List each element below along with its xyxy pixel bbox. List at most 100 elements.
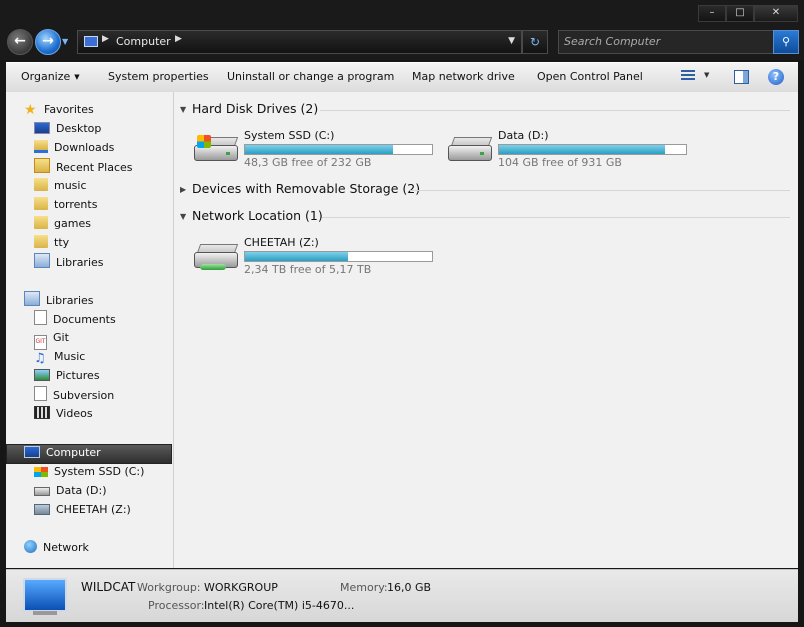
nav-item-torrents[interactable]: torrents bbox=[34, 196, 97, 214]
search-input[interactable]: Search Computer bbox=[558, 30, 774, 54]
group-label: Hard Disk Drives (2) bbox=[192, 101, 319, 116]
nav-item-recent-places[interactable]: Recent Places bbox=[34, 158, 133, 176]
preview-pane-icon[interactable] bbox=[734, 70, 749, 84]
search-icon[interactable]: ⚲ bbox=[773, 30, 799, 54]
group-label: Devices with Removable Storage (2) bbox=[192, 181, 421, 196]
film-strip-icon bbox=[34, 406, 50, 419]
caption-buttons: – □ ✕ bbox=[698, 5, 798, 22]
network-drive-icon bbox=[34, 504, 50, 515]
nav-label: Videos bbox=[56, 407, 93, 420]
libraries-icon bbox=[24, 291, 40, 306]
nav-label: Desktop bbox=[56, 122, 102, 135]
nav-computer[interactable]: Computer bbox=[24, 444, 101, 462]
breadcrumb-separator-icon[interactable]: ▶ bbox=[102, 34, 109, 44]
navigation-bar: ← → ▼ ▶ Computer ▶ ▼ ↻ Search Computer ⚲ bbox=[0, 26, 804, 60]
nav-item-documents[interactable]: Documents bbox=[34, 310, 116, 328]
title-bar: – □ ✕ bbox=[0, 0, 804, 26]
drive-name: Data (D:) bbox=[498, 129, 549, 142]
refresh-button[interactable]: ↻ bbox=[522, 30, 548, 54]
processor-value: Intel(R) Core(TM) i5-4670... bbox=[204, 599, 355, 612]
map-network-drive-button[interactable]: Map network drive bbox=[412, 70, 515, 83]
nav-label: CHEETAH (Z:) bbox=[56, 503, 131, 516]
libraries-icon bbox=[34, 253, 50, 268]
expand-triangle-icon: ▶ bbox=[180, 185, 187, 194]
collapse-triangle-icon: ▼ bbox=[180, 212, 187, 221]
drive-system-ssd[interactable]: System SSD (C:) 48,3 GB free of 232 GB bbox=[192, 129, 433, 169]
nav-item-pictures[interactable]: Pictures bbox=[34, 367, 100, 385]
nav-label: Favorites bbox=[44, 103, 94, 116]
nav-label: Recent Places bbox=[56, 161, 133, 174]
nav-item-git[interactable]: GIT Git bbox=[34, 329, 69, 350]
search-placeholder: Search Computer bbox=[564, 35, 661, 48]
drive-usage-fill bbox=[245, 252, 348, 261]
star-icon: ★ bbox=[24, 102, 37, 118]
nav-item-downloads[interactable]: Downloads bbox=[34, 139, 114, 157]
memory-value: 16,0 GB bbox=[387, 581, 432, 594]
nav-item-music-folder[interactable]: music bbox=[34, 177, 87, 195]
uninstall-program-button[interactable]: Uninstall or change a program bbox=[227, 70, 394, 83]
nav-item-music-library[interactable]: ♫ Music bbox=[34, 348, 85, 366]
folder-icon bbox=[34, 216, 48, 229]
nav-label: Libraries bbox=[46, 294, 94, 307]
drive-data[interactable]: Data (D:) 104 GB free of 931 GB bbox=[446, 129, 687, 169]
open-control-panel-button[interactable]: Open Control Panel bbox=[537, 70, 643, 83]
help-icon[interactable]: ? bbox=[768, 69, 784, 85]
drive-name: System SSD (C:) bbox=[244, 129, 335, 142]
content-pane: ▼ Hard Disk Drives (2) System SSD (C:) 48… bbox=[174, 92, 798, 568]
nav-item-tty[interactable]: tty bbox=[34, 234, 69, 252]
memory-label: Memory: bbox=[340, 581, 388, 594]
breadcrumb-computer[interactable]: Computer bbox=[116, 35, 171, 48]
navigation-pane: ★ Favorites Desktop Downloads Recent Plac… bbox=[6, 92, 174, 568]
hard-drive-icon bbox=[34, 487, 50, 496]
computer-icon bbox=[84, 36, 98, 47]
nav-item-system-ssd[interactable]: System SSD (C:) bbox=[34, 463, 144, 481]
explorer-window: – □ ✕ ← → ▼ ▶ Computer ▶ ▼ ↻ Search Comp… bbox=[0, 0, 804, 627]
command-bar: Organize ▼ System properties Uninstall or… bbox=[6, 62, 798, 92]
nav-label: torrents bbox=[54, 198, 98, 211]
nav-item-libraries-shortcut[interactable]: Libraries bbox=[34, 253, 104, 271]
recent-places-icon bbox=[34, 158, 50, 173]
nav-libraries[interactable]: Libraries bbox=[24, 291, 94, 309]
forward-button[interactable]: → bbox=[35, 29, 61, 55]
system-properties-button[interactable]: System properties bbox=[108, 70, 209, 83]
close-button[interactable]: ✕ bbox=[754, 5, 798, 22]
hard-drive-icon bbox=[446, 135, 494, 165]
network-globe-icon bbox=[24, 540, 37, 553]
downloads-folder-icon bbox=[34, 140, 48, 153]
nav-network[interactable]: Network bbox=[24, 539, 89, 557]
group-hard-disk-drives[interactable]: ▼ Hard Disk Drives (2) bbox=[180, 101, 790, 116]
nav-item-games[interactable]: games bbox=[34, 215, 91, 233]
change-view-icon[interactable] bbox=[681, 70, 695, 83]
nav-favorites[interactable]: ★ Favorites bbox=[24, 101, 94, 119]
view-options-chevron-icon[interactable]: ▼ bbox=[704, 71, 709, 79]
breadcrumb-separator-icon[interactable]: ▶ bbox=[175, 34, 182, 44]
organize-button[interactable]: Organize ▼ bbox=[21, 70, 80, 83]
nav-item-subversion[interactable]: Subversion bbox=[34, 386, 114, 404]
maximize-button[interactable]: □ bbox=[726, 5, 754, 22]
nav-item-videos[interactable]: Videos bbox=[34, 405, 93, 423]
group-network-location[interactable]: ▼ Network Location (1) bbox=[180, 208, 790, 223]
organize-label: Organize bbox=[21, 70, 71, 83]
folder-icon bbox=[34, 197, 48, 210]
processor-label: Processor: bbox=[148, 599, 205, 612]
back-button[interactable]: ← bbox=[7, 29, 33, 55]
nav-item-data-drive[interactable]: Data (D:) bbox=[34, 482, 107, 500]
network-drive-icon bbox=[192, 242, 240, 272]
computer-name: WILDCAT bbox=[81, 580, 136, 594]
windows-drive-icon bbox=[34, 467, 48, 477]
minimize-button[interactable]: – bbox=[698, 5, 726, 22]
chevron-down-icon: ▼ bbox=[74, 73, 80, 81]
group-removable-storage[interactable]: ▶ Devices with Removable Storage (2) bbox=[180, 181, 790, 196]
recent-pages-dropdown[interactable]: ▼ bbox=[62, 37, 68, 46]
workgroup-label: Workgroup: bbox=[137, 581, 201, 594]
drive-cheetah[interactable]: CHEETAH (Z:) 2,34 TB free of 5,17 TB bbox=[192, 236, 433, 276]
collapse-triangle-icon: ▼ bbox=[180, 105, 187, 114]
drive-usage-bar bbox=[244, 251, 433, 262]
nav-item-desktop[interactable]: Desktop bbox=[34, 120, 101, 138]
group-divider bbox=[410, 190, 790, 191]
address-bar[interactable]: ▶ Computer ▶ ▼ bbox=[77, 30, 522, 54]
nav-label: Computer bbox=[46, 446, 101, 459]
music-note-icon: ♫ bbox=[34, 351, 46, 366]
address-dropdown-icon[interactable]: ▼ bbox=[508, 36, 515, 46]
nav-item-cheetah[interactable]: CHEETAH (Z:) bbox=[34, 501, 131, 519]
